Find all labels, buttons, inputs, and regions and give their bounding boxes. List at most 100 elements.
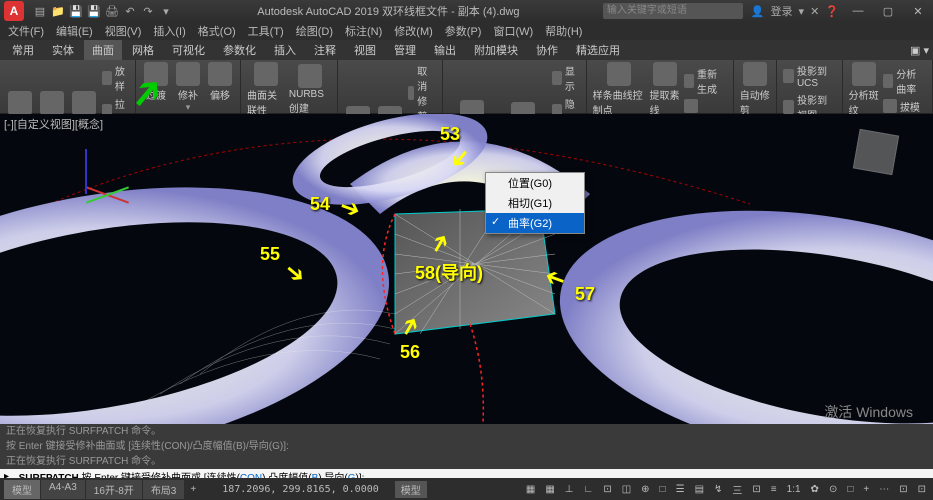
ribbon-small-button[interactable]: 拔模: [883, 98, 926, 115]
status-toggle-icon[interactable]: ▤: [692, 484, 707, 495]
status-toggle-icon[interactable]: ☰: [673, 484, 688, 495]
status-toggle-icon[interactable]: ⊡: [749, 484, 763, 495]
ribbon-small-button[interactable]: [684, 98, 727, 114]
qat-plot-icon[interactable]: 🖨: [104, 3, 120, 19]
ribbon-button[interactable]: 过渡: [142, 62, 170, 102]
ribbon-tab[interactable]: 网格: [124, 40, 162, 60]
menu-item[interactable]: 视图(V): [105, 23, 142, 39]
exchange-icon[interactable]: ✕: [810, 5, 819, 18]
status-toggle-icon[interactable]: ⊥: [562, 484, 577, 495]
status-toggle-icon[interactable]: ⋯: [876, 484, 892, 495]
layout-tab[interactable]: A4-A3: [41, 480, 85, 499]
status-toggle-icon[interactable]: ⊡: [600, 484, 614, 495]
ribbon-small-button[interactable]: 投影到UCS: [783, 62, 835, 90]
user-icon[interactable]: 👤: [751, 5, 765, 18]
menu-item[interactable]: 窗口(W): [493, 23, 533, 39]
ribbon-tab[interactable]: 协作: [528, 40, 566, 60]
maximize-button[interactable]: ▢: [873, 0, 903, 22]
qat-saveas-icon[interactable]: 💾: [86, 3, 102, 19]
ribbon-button[interactable]: 偏移: [206, 62, 234, 102]
app-logo[interactable]: A: [4, 1, 24, 21]
ribbon-tab[interactable]: 常用: [4, 40, 42, 60]
menu-item[interactable]: 编辑(E): [56, 23, 93, 39]
ribbon-small-button[interactable]: 显示: [552, 62, 580, 94]
status-toggle-icon[interactable]: ↯: [711, 484, 725, 495]
ribbon-tab[interactable]: 输出: [426, 40, 464, 60]
ribbon-button[interactable]: 自动修剪: [740, 62, 771, 117]
qat-dropdown-icon[interactable]: ▾: [158, 3, 174, 19]
layout-add-icon[interactable]: +: [190, 484, 196, 495]
menu-item[interactable]: 插入(I): [153, 23, 185, 39]
ribbon-button[interactable]: 分析斑纹: [849, 62, 879, 117]
status-toggle-icon[interactable]: ⊡: [915, 484, 929, 495]
ribbon-small-button[interactable]: 分析曲率: [883, 65, 926, 97]
ribbon-small-button[interactable]: 放样: [102, 62, 129, 94]
ribbon-tab[interactable]: 参数化: [215, 40, 264, 60]
menu-item[interactable]: 工具(T): [248, 23, 284, 39]
ribbon-tab[interactable]: 附加模块: [466, 40, 526, 60]
status-toggle-icon[interactable]: 1:1: [784, 484, 804, 495]
ribbon-tab[interactable]: 视图: [346, 40, 384, 60]
close-button[interactable]: ✕: [903, 0, 933, 22]
ribbon-button-icon: [144, 62, 168, 86]
help-icon[interactable]: ❓: [825, 5, 839, 18]
status-mode[interactable]: 模型: [395, 481, 427, 498]
status-toggle-icon[interactable]: ⊕: [638, 484, 652, 495]
status-toggle-icon[interactable]: ◫: [619, 484, 634, 495]
panel-name[interactable]: ▾: [142, 102, 234, 113]
status-toggle-icon[interactable]: □: [657, 484, 669, 495]
ribbon-button-label: 曲面关联性: [247, 87, 285, 117]
menu-item[interactable]: 格式(O): [198, 23, 236, 39]
menu-item[interactable]: 绘图(D): [296, 23, 333, 39]
status-toggle-icon[interactable]: ⊡: [896, 484, 910, 495]
context-menu-item[interactable]: 曲率(G2): [486, 213, 584, 233]
ribbon-tab[interactable]: 实体: [44, 40, 82, 60]
status-toggle-icon[interactable]: +: [860, 484, 872, 495]
viewport-label[interactable]: [-][自定义视图][概念]: [4, 116, 103, 132]
ribbon-button[interactable]: 样条曲线控制点: [593, 62, 646, 117]
context-menu-item[interactable]: 位置(G0): [486, 173, 584, 193]
status-toggle-icon[interactable]: □: [844, 484, 856, 495]
qat-open-icon[interactable]: 📁: [50, 3, 66, 19]
qat-save-icon[interactable]: 💾: [68, 3, 84, 19]
qat-redo-icon[interactable]: ↷: [140, 3, 156, 19]
ribbon-options-icon[interactable]: ▣ ▾: [910, 44, 929, 57]
ribbon-button[interactable]: 曲面关联性: [247, 62, 285, 117]
ribbon-tab[interactable]: 精选应用: [568, 40, 628, 60]
layout-tab[interactable]: 模型: [4, 480, 40, 499]
ribbon-button[interactable]: NURBS创建: [289, 64, 331, 115]
ribbon-tab[interactable]: 可视化: [164, 40, 213, 60]
qat-undo-icon[interactable]: ↶: [122, 3, 138, 19]
status-toggle-icon[interactable]: ∟: [581, 484, 597, 495]
ribbon-tab[interactable]: 注释: [306, 40, 344, 60]
ribbon-panel: 过渡修补偏移 ▾: [136, 60, 241, 113]
menu-item[interactable]: 标注(N): [345, 23, 382, 39]
ribbon-small-button[interactable]: 重新生成: [684, 65, 727, 97]
ribbon-button[interactable]: 提取素线: [649, 62, 679, 117]
status-toggle-icon[interactable]: ▦: [542, 484, 557, 495]
status-toggle-icon[interactable]: 三: [729, 482, 745, 497]
status-toggle-icon[interactable]: ≡: [768, 484, 780, 495]
ribbon-button-icon: [852, 62, 876, 86]
menu-item[interactable]: 参数(P): [445, 23, 482, 39]
ribbon-tab[interactable]: 曲面: [84, 40, 122, 60]
layout-tab[interactable]: 16开-8开: [86, 480, 142, 499]
menu-item[interactable]: 帮助(H): [545, 23, 582, 39]
ribbon-button[interactable]: 修补: [174, 62, 202, 102]
ribbon-tab[interactable]: 插入: [266, 40, 304, 60]
menu-item[interactable]: 修改(M): [394, 23, 433, 39]
user-dropdown-icon[interactable]: ▾: [799, 5, 805, 18]
help-search-input[interactable]: 输入关键字或短语: [603, 3, 743, 19]
status-toggle-icon[interactable]: ⊙: [826, 484, 840, 495]
ribbon-tab[interactable]: 管理: [386, 40, 424, 60]
status-toggle-icon[interactable]: ▦: [523, 484, 538, 495]
layout-tab[interactable]: 布局3: [143, 480, 185, 499]
status-toggle-icon[interactable]: ✿: [808, 484, 822, 495]
ribbon-button-label: 提取素线: [649, 87, 679, 117]
qat-new-icon[interactable]: ▤: [32, 3, 48, 19]
view-cube[interactable]: [848, 132, 903, 187]
login-link[interactable]: 登录: [771, 3, 793, 19]
minimize-button[interactable]: —: [843, 0, 873, 22]
context-menu-item[interactable]: 相切(G1): [486, 193, 584, 213]
menu-item[interactable]: 文件(F): [8, 23, 44, 39]
